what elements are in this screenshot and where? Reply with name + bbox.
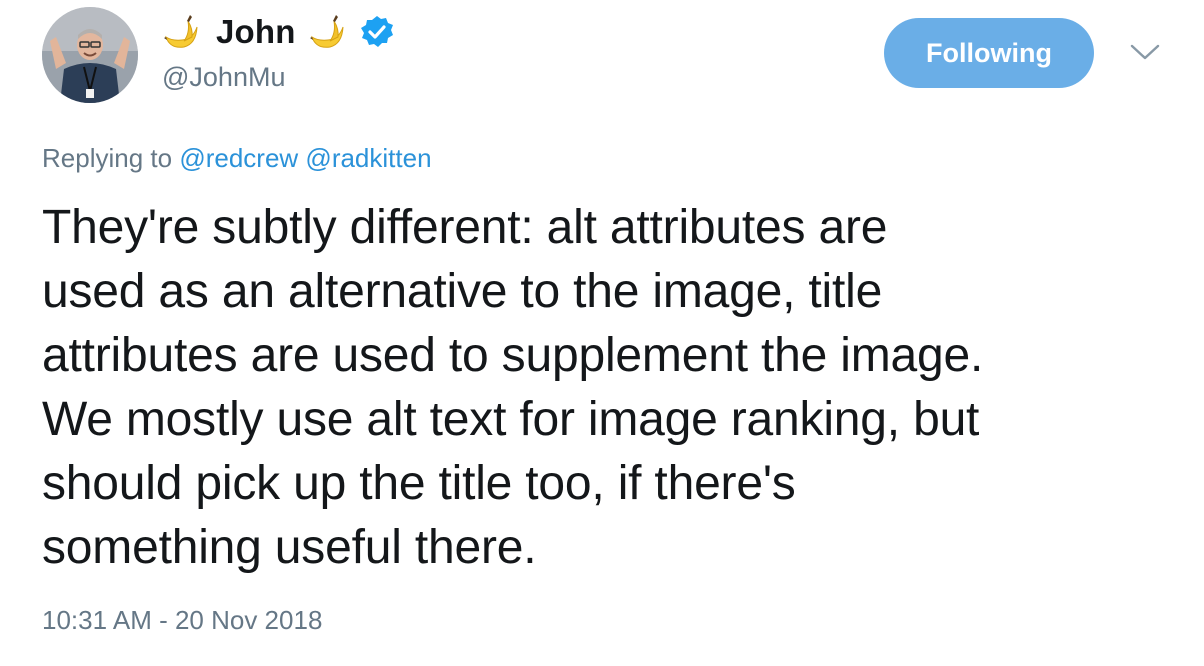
chevron-down-icon[interactable]	[1128, 40, 1162, 64]
mention-link[interactable]: @radkitten	[305, 143, 431, 173]
banana-emoji-icon	[162, 13, 200, 51]
name-row: John	[162, 10, 394, 54]
tweet-card: John @JohnMu Following Replying to @redc…	[0, 0, 1204, 666]
verified-badge-icon	[360, 15, 394, 49]
banana-emoji-icon	[308, 13, 346, 51]
tweet-text-line: should pick up the title too, if there's	[42, 457, 796, 510]
mention-link[interactable]: @redcrew	[179, 143, 298, 173]
following-button[interactable]: Following	[884, 18, 1094, 88]
avatar[interactable]	[42, 7, 138, 103]
tweet-text-line: We mostly use alt text for image ranking…	[42, 393, 980, 446]
replying-prefix: Replying to	[42, 143, 173, 173]
timestamp[interactable]: 10:31 AM - 20 Nov 2018	[42, 605, 322, 636]
display-name[interactable]: John	[216, 13, 296, 51]
tweet-text: They're subtly different: alt attributes…	[42, 196, 1182, 580]
tweet-text-line: something useful there.	[42, 521, 537, 574]
tweet-text-line: attributes are used to supplement the im…	[42, 329, 984, 382]
replying-to: Replying to @redcrew @radkitten	[42, 143, 432, 174]
tweet-text-line: used as an alternative to the image, tit…	[42, 265, 883, 318]
tweet-text-line: They're subtly different: alt attributes…	[42, 201, 888, 254]
user-handle[interactable]: @JohnMu	[162, 62, 285, 93]
